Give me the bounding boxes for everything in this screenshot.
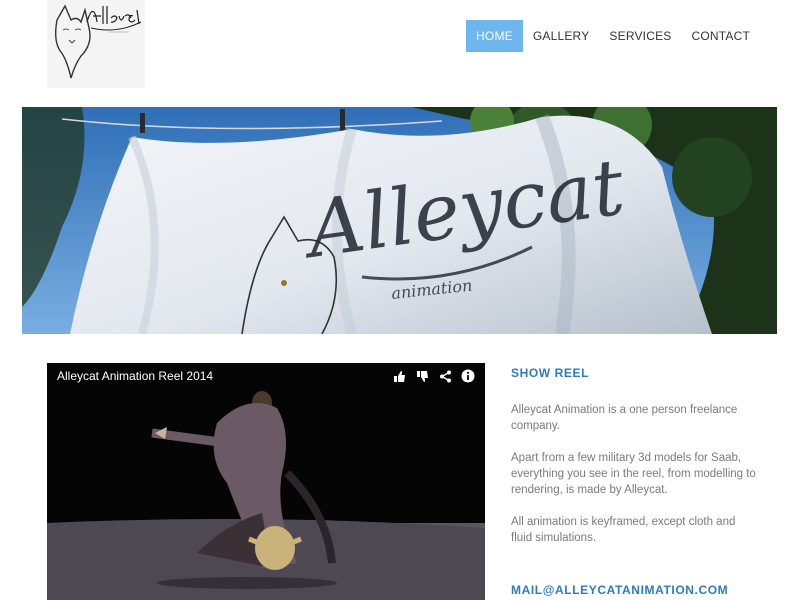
main-nav: HOME GALLERY SERVICES CONTACT	[466, 20, 760, 52]
hero-banner-image: Alleycat animation	[22, 107, 777, 334]
share-icon[interactable]	[438, 369, 452, 383]
details-paragraph: Apart from a few military 3d models for …	[511, 452, 756, 496]
thumbs-up-icon[interactable]	[392, 369, 406, 383]
animation-note-paragraph: All animation is keyframed, except cloth…	[511, 516, 736, 544]
video-thumbnail	[47, 363, 485, 600]
email-link[interactable]: MAIL@ALLEYCATANIMATION.COM	[511, 583, 728, 597]
hero-banner: Alleycat animation	[22, 107, 777, 334]
intro-paragraph: Alleycat Animation is a one person freel…	[511, 404, 738, 432]
nav-services[interactable]: SERVICES	[599, 20, 681, 52]
info-icon[interactable]	[461, 369, 475, 383]
site-logo[interactable]	[47, 0, 145, 88]
nav-contact[interactable]: CONTACT	[681, 20, 760, 52]
thumbs-down-icon[interactable]	[415, 369, 429, 383]
nav-home[interactable]: HOME	[466, 20, 523, 52]
section-heading: SHOW REEL	[511, 366, 590, 380]
video-player[interactable]: Alleycat Animation Reel 2014	[47, 363, 485, 600]
video-controls	[392, 369, 475, 383]
show-reel-section: SHOW REEL Alleycat Animation is a one pe…	[511, 366, 756, 562]
alleycat-logo-image	[47, 0, 145, 88]
nav-gallery[interactable]: GALLERY	[523, 20, 600, 52]
video-title: Alleycat Animation Reel 2014	[57, 369, 214, 383]
